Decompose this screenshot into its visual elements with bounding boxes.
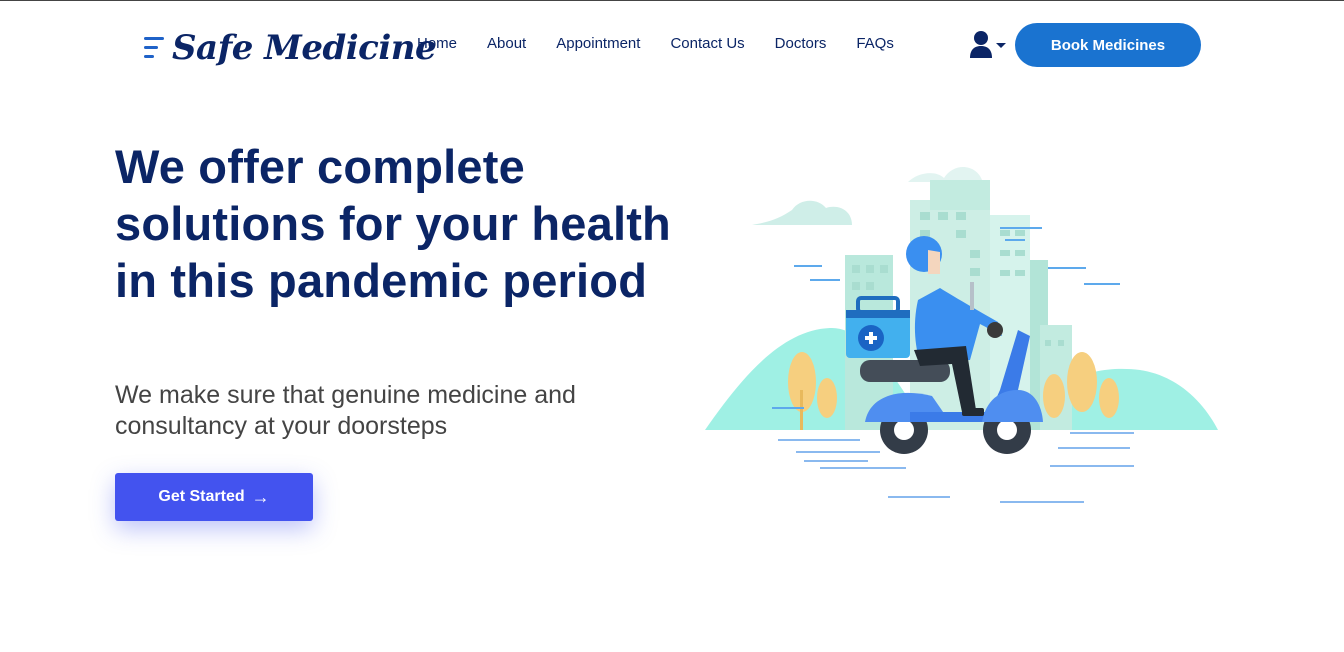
navbar: Safe Medicine Home About Appointment Con… [0, 1, 1344, 87]
get-started-button[interactable]: Get Started → [115, 473, 313, 521]
nav-about[interactable]: About [487, 34, 526, 54]
arrow-right-icon: → [251, 486, 270, 507]
get-started-label: Get Started [158, 488, 245, 505]
nav-home[interactable]: Home [417, 34, 457, 54]
brand-logo[interactable]: Safe Medicine [144, 23, 437, 73]
chevron-down-icon [996, 43, 1006, 48]
delivery-scooter-illustration [700, 150, 1225, 510]
hero-subtitle: We make sure that genuine medicine and c… [115, 381, 576, 440]
book-medicines-button[interactable]: Book Medicines [1015, 23, 1201, 67]
main-menu: Home About Appointment Contact Us Doctor… [417, 34, 924, 54]
user-menu-toggle[interactable] [969, 29, 1009, 61]
nav-appointment[interactable]: Appointment [556, 34, 640, 54]
brand-name: Safe Medicine [172, 28, 437, 68]
user-icon [970, 31, 1006, 58]
nav-faqs[interactable]: FAQs [856, 34, 894, 54]
nav-contact-us[interactable]: Contact Us [670, 34, 744, 54]
hero-title: We offer complete solutions for your hea… [115, 140, 671, 307]
nav-doctors[interactable]: Doctors [775, 34, 827, 54]
menu-lines-icon [144, 33, 166, 63]
